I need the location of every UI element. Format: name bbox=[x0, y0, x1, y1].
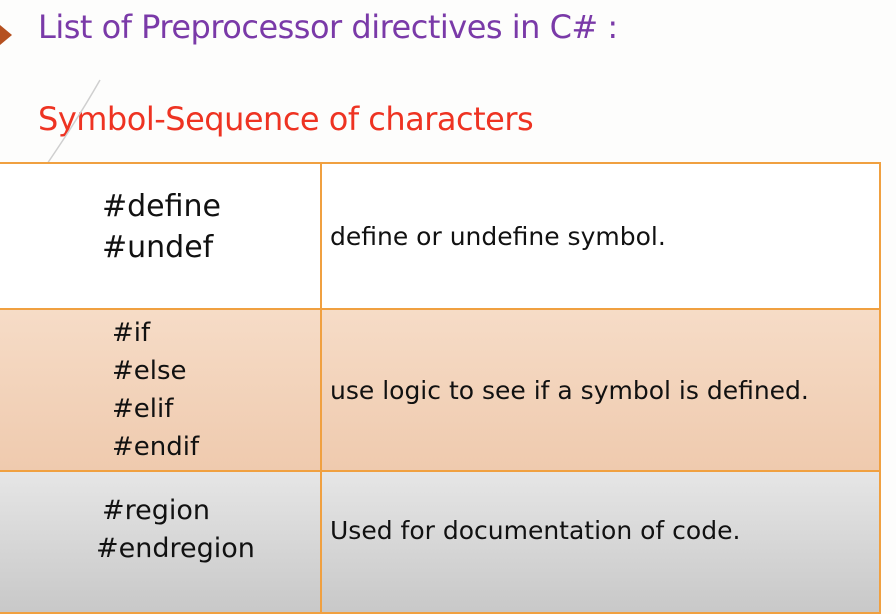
directives-cell: #if #else #elif #endif bbox=[0, 308, 322, 472]
description-text: Used for documentation of code. bbox=[330, 515, 741, 545]
table-row: #if #else #elif #endif use logic to see … bbox=[0, 308, 881, 472]
description-text: use logic to see if a symbol is defined. bbox=[330, 375, 809, 405]
description-cell: define or undefine symbol. bbox=[320, 162, 881, 310]
directive-text: #else bbox=[112, 356, 187, 386]
description-cell: Used for documentation of code. bbox=[320, 470, 881, 614]
directives-table: #define #undef define or undefine symbol… bbox=[0, 162, 881, 614]
directive-text: #define bbox=[102, 189, 222, 224]
directives-cell: #region #endregion bbox=[0, 470, 322, 614]
directives-cell: #define #undef bbox=[0, 162, 322, 310]
directive-text: #if bbox=[112, 318, 151, 348]
directive-text: #elif bbox=[112, 394, 174, 424]
table-row: #define #undef define or undefine symbol… bbox=[0, 162, 881, 310]
directive-text: #region bbox=[102, 495, 211, 526]
slide-bullet-icon bbox=[0, 20, 12, 50]
directive-text: #undef bbox=[102, 230, 214, 265]
slide-title: List of Preprocessor directives in C# : bbox=[38, 8, 618, 46]
directive-text: #endif bbox=[112, 432, 200, 462]
table-row: #region #endregion Used for documentatio… bbox=[0, 470, 881, 614]
description-text: define or undefine symbol. bbox=[330, 221, 666, 251]
directive-text: #endregion bbox=[96, 533, 255, 564]
description-cell: use logic to see if a symbol is defined. bbox=[320, 308, 881, 472]
